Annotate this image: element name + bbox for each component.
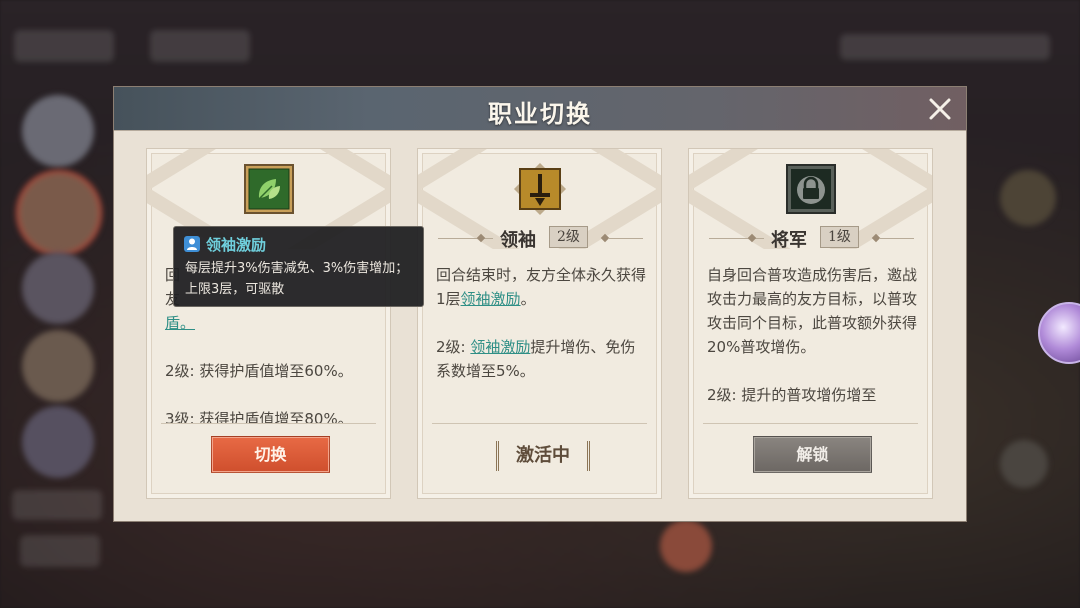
class-name: 将军 (771, 230, 807, 251)
background-avatar (22, 330, 94, 402)
dialog-title: 职业切换 (488, 99, 592, 128)
keyword-link[interactable]: 盾。 (165, 314, 195, 332)
dialog-header: 职业切换 (114, 87, 966, 131)
background-avatar (1000, 170, 1056, 226)
class-name: 领袖 (500, 230, 536, 251)
tooltip-title: 领袖激励 (206, 236, 267, 254)
tooltip-body: 每层提升3%伤害减免、3%伤害增加；上限3层，可驱散 (185, 261, 409, 297)
level-2-description: 2级: 获得护盾值增至60%。 (165, 362, 353, 380)
background-avatar (1000, 440, 1048, 488)
divider (432, 423, 647, 424)
background-button (12, 490, 102, 520)
background-avatar (16, 170, 102, 256)
switch-button[interactable]: 切换 (211, 436, 330, 473)
background-topbar (150, 30, 250, 62)
background-topbar (14, 30, 114, 62)
description-text: 自身回合普攻造成伤害后，邀战攻击力最高的友方目标，以普攻攻击同个目标，此普攻额外… (707, 266, 918, 356)
name-decor-diamond (476, 233, 486, 243)
person-icon (184, 236, 200, 252)
background-avatar (22, 406, 94, 478)
class-description: 回合结束时，友方全体永久获得1层领袖激励。 2级: 领袖激励提升增伤、免伤系数增… (436, 263, 648, 423)
keyword-tooltip: 领袖激励 每层提升3%伤害减免、3%伤害增加；上限3层，可驱散 (173, 226, 424, 307)
keyword-link[interactable]: 领袖激励 (461, 290, 521, 308)
level-badge: 1级 (820, 226, 859, 248)
keyword-link[interactable]: 领袖激励 (470, 338, 530, 356)
class-description: 自身回合普攻造成伤害后，邀战攻击力最高的友方目标，以普攻攻击同个目标，此普攻额外… (707, 263, 919, 423)
class-name-row: 领袖 2级 (418, 225, 661, 251)
class-name-row: 将军 1级 (689, 225, 932, 251)
description-text: 2级: (436, 338, 471, 356)
background-avatar (660, 520, 712, 572)
active-status-label: 激活中 (496, 441, 590, 471)
divider (161, 423, 376, 424)
level-3-description: 3级: 获得护盾值增至80%。 (165, 410, 353, 423)
level-badge: 2级 (549, 226, 588, 248)
divider (703, 423, 918, 424)
name-decor-diamond (747, 233, 757, 243)
class-card-2: 领袖 2级 回合结束时，友方全体永久获得1层领袖激励。 2级: 领袖激励提升增伤… (417, 148, 662, 499)
sword-icon (513, 162, 567, 216)
close-icon[interactable] (924, 93, 956, 125)
description-text: 。 (520, 290, 536, 308)
background-button (20, 535, 100, 567)
name-decor-line (608, 238, 643, 239)
name-decor-line (879, 238, 914, 239)
leaf-icon (242, 162, 296, 216)
background-resource-bar (840, 34, 1050, 60)
unlock-button[interactable]: 解锁 (753, 436, 872, 473)
background-avatar (22, 95, 94, 167)
class-card-1: 回 友 盾。 2级: 获得护盾值增至60%。 3级: 获得护盾值增至80%。 切… (146, 148, 391, 499)
lock-icon (784, 162, 838, 216)
level-2-description: 2级: 提升的普攻增伤增至 (707, 386, 877, 404)
background-avatar (22, 252, 94, 324)
class-card-3: 将军 1级 自身回合普攻造成伤害后，邀战攻击力最高的友方目标，以普攻攻击同个目标… (688, 148, 933, 499)
